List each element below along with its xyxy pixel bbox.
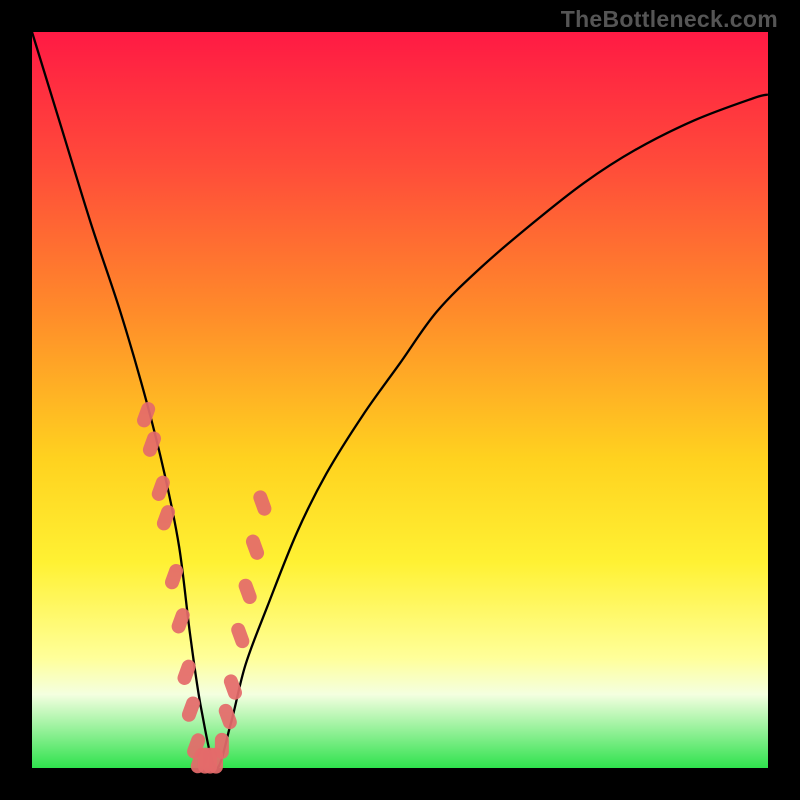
curve-svg — [32, 32, 768, 768]
chart-frame: TheBottleneck.com — [0, 0, 800, 800]
watermark-text: TheBottleneck.com — [561, 6, 778, 33]
plot-area — [32, 32, 768, 768]
bottleneck-curve — [32, 32, 768, 768]
